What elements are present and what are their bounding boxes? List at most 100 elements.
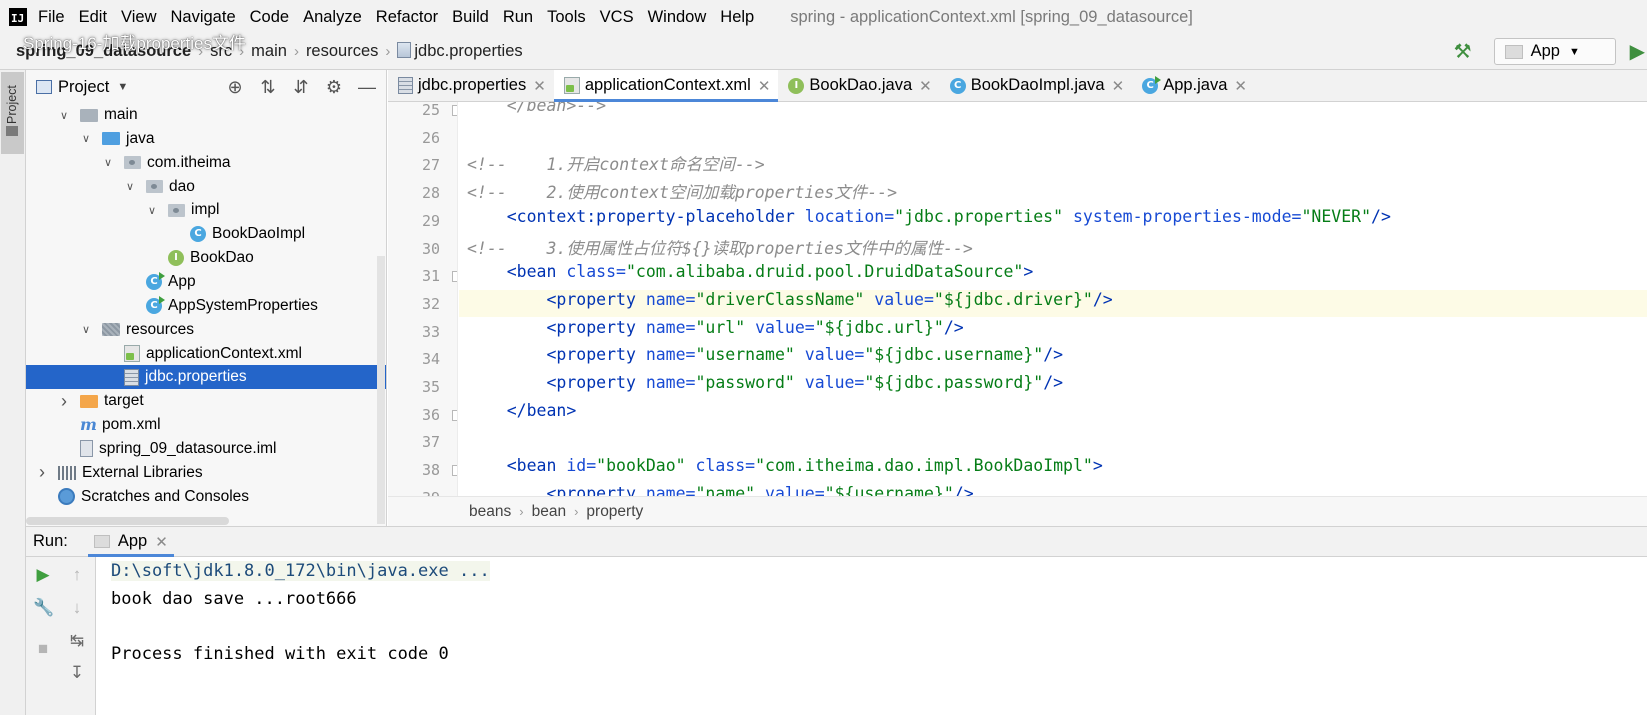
tree-node[interactable]: ·IBookDao [26, 246, 386, 270]
run-play-icon[interactable]: ▶ [1630, 39, 1645, 64]
gear-icon[interactable]: ⚙ [323, 76, 345, 98]
tree-node[interactable]: ·CAppSystemProperties [26, 294, 386, 318]
wrench-icon[interactable]: 🔧 [33, 598, 54, 618]
line-number: 35 [421, 378, 440, 396]
down-arrow-icon[interactable]: ↓ [67, 598, 87, 618]
close-icon[interactable]: ✕ [1112, 77, 1125, 95]
chevron-down-icon[interactable]: ∨ [102, 156, 114, 169]
code-token: <property [467, 289, 646, 309]
editor-breadcrumb-item[interactable]: bean [532, 503, 566, 521]
chevron-down-icon: ▼ [1568, 45, 1580, 58]
breadcrumb-item[interactable]: jdbc.properties [397, 42, 523, 61]
editor-tab[interactable]: jdbc.properties ✕ [388, 70, 554, 101]
menu-item-vcs[interactable]: VCS [600, 8, 634, 27]
project-tool-tab[interactable]: Project [1, 72, 24, 154]
menu-item-tools[interactable]: Tools [547, 8, 586, 27]
tree-node[interactable]: ∨ dao [26, 175, 386, 199]
menu-item-edit[interactable]: Edit [79, 8, 107, 27]
menu-item-run[interactable]: Run [503, 8, 533, 27]
code-token: "com.alibaba.druid.pool.DruidDataSource" [625, 262, 1024, 282]
stop-icon[interactable]: ■ [33, 639, 53, 659]
up-arrow-icon[interactable]: ↑ [67, 565, 87, 585]
code-editor[interactable]: </bean>--> <!-- 1.开启context命名空间--> <!-- 2.… [459, 102, 1647, 496]
class-icon: C [949, 77, 966, 94]
breadcrumb-item[interactable]: main [251, 42, 287, 61]
run-console-output[interactable]: D:\soft\jdk1.8.0_172\bin\java.exe ... boo… [97, 557, 1647, 715]
tree-node[interactable]: ·applicationContext.xml [26, 342, 386, 366]
chevron-down-icon[interactable]: ∨ [80, 323, 92, 336]
tree-node[interactable]: ·CBookDaoImpl [26, 222, 386, 246]
tree-node[interactable]: ∨ com.itheima [26, 151, 386, 175]
breadcrumb-item[interactable]: resources [306, 42, 378, 61]
build-hammer-icon[interactable]: ⚒ [1454, 39, 1472, 64]
tree-node[interactable]: ∨ impl [26, 198, 386, 222]
chevron-down-icon[interactable]: ∨ [80, 132, 92, 145]
menu-item-window[interactable]: Window [648, 8, 707, 27]
close-icon[interactable]: ✕ [533, 77, 546, 95]
soft-wrap-icon[interactable]: ↹ [67, 631, 87, 651]
menu-item-help[interactable]: Help [720, 8, 754, 27]
editor-breadcrumb-item[interactable]: property [586, 503, 643, 521]
tree-node[interactable]: › target [26, 389, 386, 413]
locate-file-icon[interactable]: ⊕ [224, 76, 246, 98]
fold-toggle-icon[interactable] [452, 409, 457, 421]
run-tab-app[interactable]: App ✕ [87, 527, 174, 557]
editor-tab[interactable]: C App.java ✕ [1132, 70, 1255, 101]
chevron-down-icon[interactable]: ▼ [117, 81, 128, 93]
fold-toggle-icon[interactable] [452, 271, 457, 283]
menu-item-code[interactable]: Code [250, 8, 289, 27]
tree-node[interactable]: ·Scratches and Consoles [26, 485, 386, 509]
tree-node-label: BookDaoImpl [212, 225, 306, 243]
line-number: 27 [421, 156, 440, 175]
code-token: "${jdbc.url}" [814, 317, 944, 337]
editor-tab[interactable]: applicationContext.xml ✕ [553, 70, 779, 102]
collapse-all-icon[interactable]: ⇵ [290, 76, 312, 98]
code-line: <property name="username" value="${jdbc.… [467, 345, 1063, 372]
tree-node[interactable]: ·spring_09_datasource.iml [26, 437, 386, 461]
menu-item-navigate[interactable]: Navigate [171, 8, 236, 27]
close-icon[interactable]: ✕ [1234, 77, 1247, 95]
project-panel-title[interactable]: Project [58, 78, 109, 97]
fold-toggle-icon[interactable] [452, 465, 457, 477]
tree-node[interactable]: ·jdbc.properties [26, 365, 386, 390]
close-icon[interactable]: ✕ [758, 77, 771, 95]
menu-item-view[interactable]: View [121, 8, 156, 27]
editor-breadcrumb-item[interactable]: beans [469, 503, 511, 521]
tree-node[interactable]: › External Libraries [26, 461, 386, 485]
menu-item-file[interactable]: File [38, 8, 65, 27]
tree-horizontal-scrollbar[interactable] [26, 517, 229, 525]
properties-file-icon [124, 368, 139, 386]
code-token: /> [943, 317, 964, 337]
expand-all-icon[interactable]: ⇅ [257, 76, 279, 98]
code-token: value= [755, 483, 825, 496]
tree-node[interactable]: ·mpom.xml [26, 413, 386, 437]
tree-node[interactable]: ∨ resources [26, 318, 386, 342]
code-line: </bean> [467, 401, 577, 428]
chevron-down-icon[interactable]: ∨ [124, 180, 136, 193]
code-token: <property [467, 483, 646, 496]
scroll-to-end-icon[interactable]: ↧ [67, 663, 87, 683]
menu-item-build[interactable]: Build [452, 8, 489, 27]
editor-tab[interactable]: I BookDao.java ✕ [778, 70, 939, 101]
breadcrumb-label: jdbc.properties [414, 42, 523, 60]
code-token: <property [467, 345, 646, 365]
fold-toggle-icon[interactable] [452, 105, 457, 116]
run-configuration-selector[interactable]: App ▼ [1493, 38, 1616, 65]
chevron-down-icon[interactable]: ∨ [58, 109, 70, 122]
tree-node[interactable]: ∨ main [26, 103, 386, 127]
chevron-down-icon[interactable]: ∨ [146, 204, 158, 217]
close-icon[interactable]: ✕ [919, 77, 932, 95]
tree-vertical-scrollbar[interactable] [377, 256, 385, 524]
chevron-right-icon[interactable]: › [36, 462, 48, 483]
tree-node[interactable]: ·CApp [26, 270, 386, 294]
menu-item-analyze[interactable]: Analyze [303, 8, 362, 27]
rerun-icon[interactable]: ▶ [33, 565, 53, 585]
hide-panel-icon[interactable]: — [356, 76, 378, 98]
code-token: > [1023, 262, 1034, 282]
code-token: name= [645, 483, 696, 496]
menu-item-refactor[interactable]: Refactor [376, 8, 438, 27]
editor-tab[interactable]: C BookDaoImpl.java ✕ [940, 70, 1132, 101]
close-icon[interactable]: ✕ [155, 533, 168, 551]
chevron-right-icon[interactable]: › [58, 391, 70, 412]
tree-node[interactable]: ∨ java [26, 127, 386, 151]
